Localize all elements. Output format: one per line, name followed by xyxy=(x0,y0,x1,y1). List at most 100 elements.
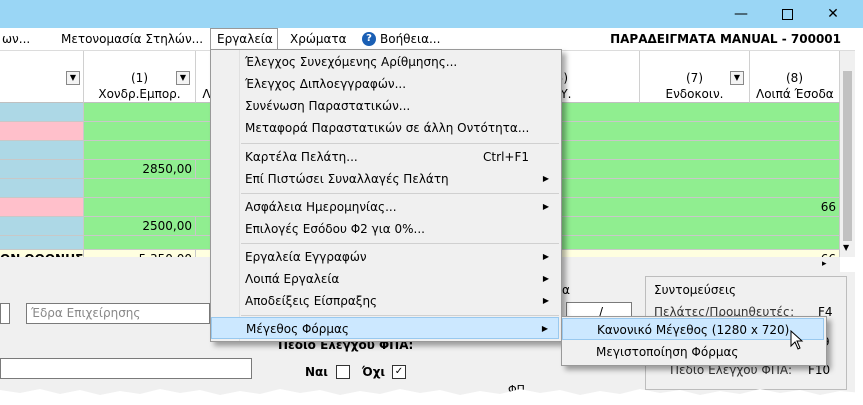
table-cell[interactable] xyxy=(540,103,840,122)
table-cell[interactable] xyxy=(540,122,840,141)
menu-item-credit-transactions[interactable]: Επί Πιστώσει Συναλλαγές Πελάτη ▶ xyxy=(211,168,559,190)
torn-edge-decoration xyxy=(0,389,863,405)
menu-item-label: Καρτέλα Πελάτη... xyxy=(245,150,358,164)
scrollbar-thumb[interactable] xyxy=(843,71,852,241)
row-header-cell[interactable] xyxy=(0,179,84,198)
table-cell[interactable]: 2500,00 xyxy=(84,217,196,236)
menu-item-label: Εργαλεία Εγγραφών xyxy=(245,250,367,264)
menu-item-other-tools[interactable]: Λοιπά Εργαλεία ▶ xyxy=(211,268,559,290)
no-checkbox[interactable]: ✓ xyxy=(392,365,406,379)
table-cell[interactable] xyxy=(84,198,218,217)
menu-item-label: Έλεγχος Διπλοεγγραφών... xyxy=(245,77,407,91)
column-label: Λοιπά Έσοδα xyxy=(756,87,834,101)
chevron-right-icon: ▶ xyxy=(542,274,549,283)
vertical-scrollbar[interactable]: ▼ xyxy=(840,51,855,257)
chevron-right-icon: ▶ xyxy=(542,174,549,183)
minimize-button[interactable]: — xyxy=(718,0,764,28)
menu-item-tools[interactable]: Εργαλεία xyxy=(210,28,278,50)
row-header-cell[interactable] xyxy=(0,236,84,250)
menu-item-f2-options[interactable]: Επιλογές Εσόδου Φ2 για 0%... xyxy=(211,218,559,240)
chevron-right-icon: ▶ xyxy=(542,252,549,261)
menu-item-label: Μεγιστοποίηση Φόρμας xyxy=(596,345,739,359)
title-bar: — ✕ xyxy=(0,0,863,28)
menu-item-duplicates[interactable]: Έλεγχος Διπλοεγγραφών... xyxy=(211,73,559,95)
row-header-cell[interactable] xyxy=(0,141,84,160)
menu-item-help[interactable]: ? Βοήθεια... xyxy=(358,28,446,50)
row-header-cell[interactable] xyxy=(0,198,84,217)
tools-menu: Έλεγχος Συνεχόμενης Αρίθμησης... Έλεγχος… xyxy=(210,49,562,342)
row-header-cell[interactable] xyxy=(0,103,84,122)
table-cell[interactable] xyxy=(540,217,840,236)
chevron-right-icon: ▶ xyxy=(542,202,549,211)
table-cell[interactable] xyxy=(84,179,218,198)
menu-item-sequential-numbering[interactable]: Έλεγχος Συνεχόμενης Αρίθμησης... xyxy=(211,51,559,73)
table-cell[interactable] xyxy=(540,160,840,179)
menu-bar: ων... Μετονομασία Στηλών... Εργαλεία Χρώ… xyxy=(0,28,855,51)
menu-item-normal-size[interactable]: Κανονικό Μέγεθος (1280 x 720) xyxy=(562,318,824,340)
menu-item-transfer-documents[interactable]: Μεταφορά Παραστατικών σε άλλη Οντότητα..… xyxy=(211,117,559,139)
menu-separator xyxy=(241,143,559,144)
table-cell[interactable] xyxy=(84,141,218,160)
row-header-cell[interactable] xyxy=(0,122,84,141)
column-label: Χονδρ.Εμπορ. xyxy=(98,87,181,101)
menu-separator xyxy=(241,193,559,194)
column-header-1[interactable]: (1) Χονδρ.Εμπορ. ▼ xyxy=(84,51,196,103)
maximize-button[interactable] xyxy=(764,0,810,28)
column-header-7[interactable]: (7) Ενδοκοιν. ▼ xyxy=(640,51,750,103)
menu-item-entry-tools[interactable]: Εργαλεία Εγγραφών ▶ xyxy=(211,246,559,268)
form-size-submenu: Κανονικό Μέγεθος (1280 x 720) Μεγιστοποί… xyxy=(561,316,827,366)
menu-item-receipts[interactable]: Αποδείξεις Είσπραξης ▶ xyxy=(211,290,559,312)
chevron-right-icon: ▶ xyxy=(541,324,548,333)
menu-item-partial[interactable]: ων... xyxy=(0,28,36,50)
table-cell[interactable] xyxy=(84,236,218,250)
table-cell[interactable] xyxy=(84,122,218,141)
text-field[interactable] xyxy=(0,358,252,379)
chevron-down-icon[interactable]: ▼ xyxy=(843,243,849,252)
menu-separator xyxy=(241,243,559,244)
menu-item-label: Λοιπά Εργαλεία xyxy=(245,272,340,286)
menu-item-label: Μέγεθος Φόρμας xyxy=(246,322,349,336)
close-button[interactable]: ✕ xyxy=(810,0,856,28)
table-cell[interactable]: 2850,00 xyxy=(84,160,196,179)
table-cell[interactable] xyxy=(540,236,840,250)
edra-field[interactable]: Έδρα Επιχείρησης xyxy=(26,303,210,324)
checkmark-icon: ✓ xyxy=(394,366,404,377)
close-icon: ✕ xyxy=(827,6,839,22)
help-icon: ? xyxy=(362,32,376,46)
menu-item-shortcut: Ctrl+F1 xyxy=(483,150,529,164)
menu-item-label: Κανονικό Μέγεθος (1280 x 720) xyxy=(597,323,790,337)
yes-checkbox[interactable] xyxy=(336,365,350,379)
table-cell[interactable] xyxy=(540,141,840,160)
company-label: ΠΑΡΑΔΕΙΓΜΑΤΑ MANUAL - 700001 xyxy=(610,32,841,46)
menu-item-rename-columns[interactable]: Μετονομασία Στηλών... xyxy=(55,28,209,50)
menu-item-colors[interactable]: Χρώματα xyxy=(284,28,353,50)
minimize-icon: — xyxy=(734,6,748,22)
side-label: α xyxy=(562,283,570,297)
menu-item-merge-documents[interactable]: Συνένωση Παραστατικών... xyxy=(211,95,559,117)
menu-item-label: Ασφάλεια Ημερομηνίας... xyxy=(245,200,397,214)
column-label: Ενδοκοιν. xyxy=(665,87,724,101)
column-number: (8) xyxy=(786,71,803,85)
shortcuts-title: Συντομεύσεις xyxy=(654,283,737,297)
menu-item-date-lock[interactable]: Ασφάλεια Ημερομηνίας... ▶ xyxy=(211,196,559,218)
chevron-down-icon[interactable]: ▼ xyxy=(730,71,744,85)
row-header-cell[interactable] xyxy=(0,160,84,179)
chevron-down-icon[interactable]: ▼ xyxy=(176,71,190,85)
menu-item-maximize-form[interactable]: Μεγιστοποίηση Φόρμας xyxy=(562,341,824,363)
column-header-0[interactable]: ▼ xyxy=(0,51,84,103)
menu-item-label: Επί Πιστώσει Συναλλαγές Πελάτη xyxy=(245,172,449,186)
column-header-8[interactable]: (8) Λοιπά Έσοδα xyxy=(750,51,840,103)
menu-item-label: Συνένωση Παραστατικών... xyxy=(245,99,411,113)
table-cell[interactable] xyxy=(84,103,218,122)
chevron-right-icon[interactable]: ▸ xyxy=(822,259,827,269)
no-label: Όχι xyxy=(362,365,386,379)
menu-item-label: Μεταφορά Παραστατικών σε άλλη Οντότητα..… xyxy=(245,121,530,135)
maximize-icon xyxy=(781,8,793,20)
partial-field[interactable] xyxy=(0,303,10,324)
row-header-cell[interactable] xyxy=(0,217,84,236)
menu-item-customer-card[interactable]: Καρτέλα Πελάτη... Ctrl+F1 xyxy=(211,146,559,168)
table-cell[interactable] xyxy=(540,179,840,198)
chevron-down-icon[interactable]: ▼ xyxy=(66,71,80,85)
menu-item-form-size[interactable]: Μέγεθος Φόρμας ▶ xyxy=(211,317,559,339)
table-cell[interactable]: 66 xyxy=(540,198,840,217)
